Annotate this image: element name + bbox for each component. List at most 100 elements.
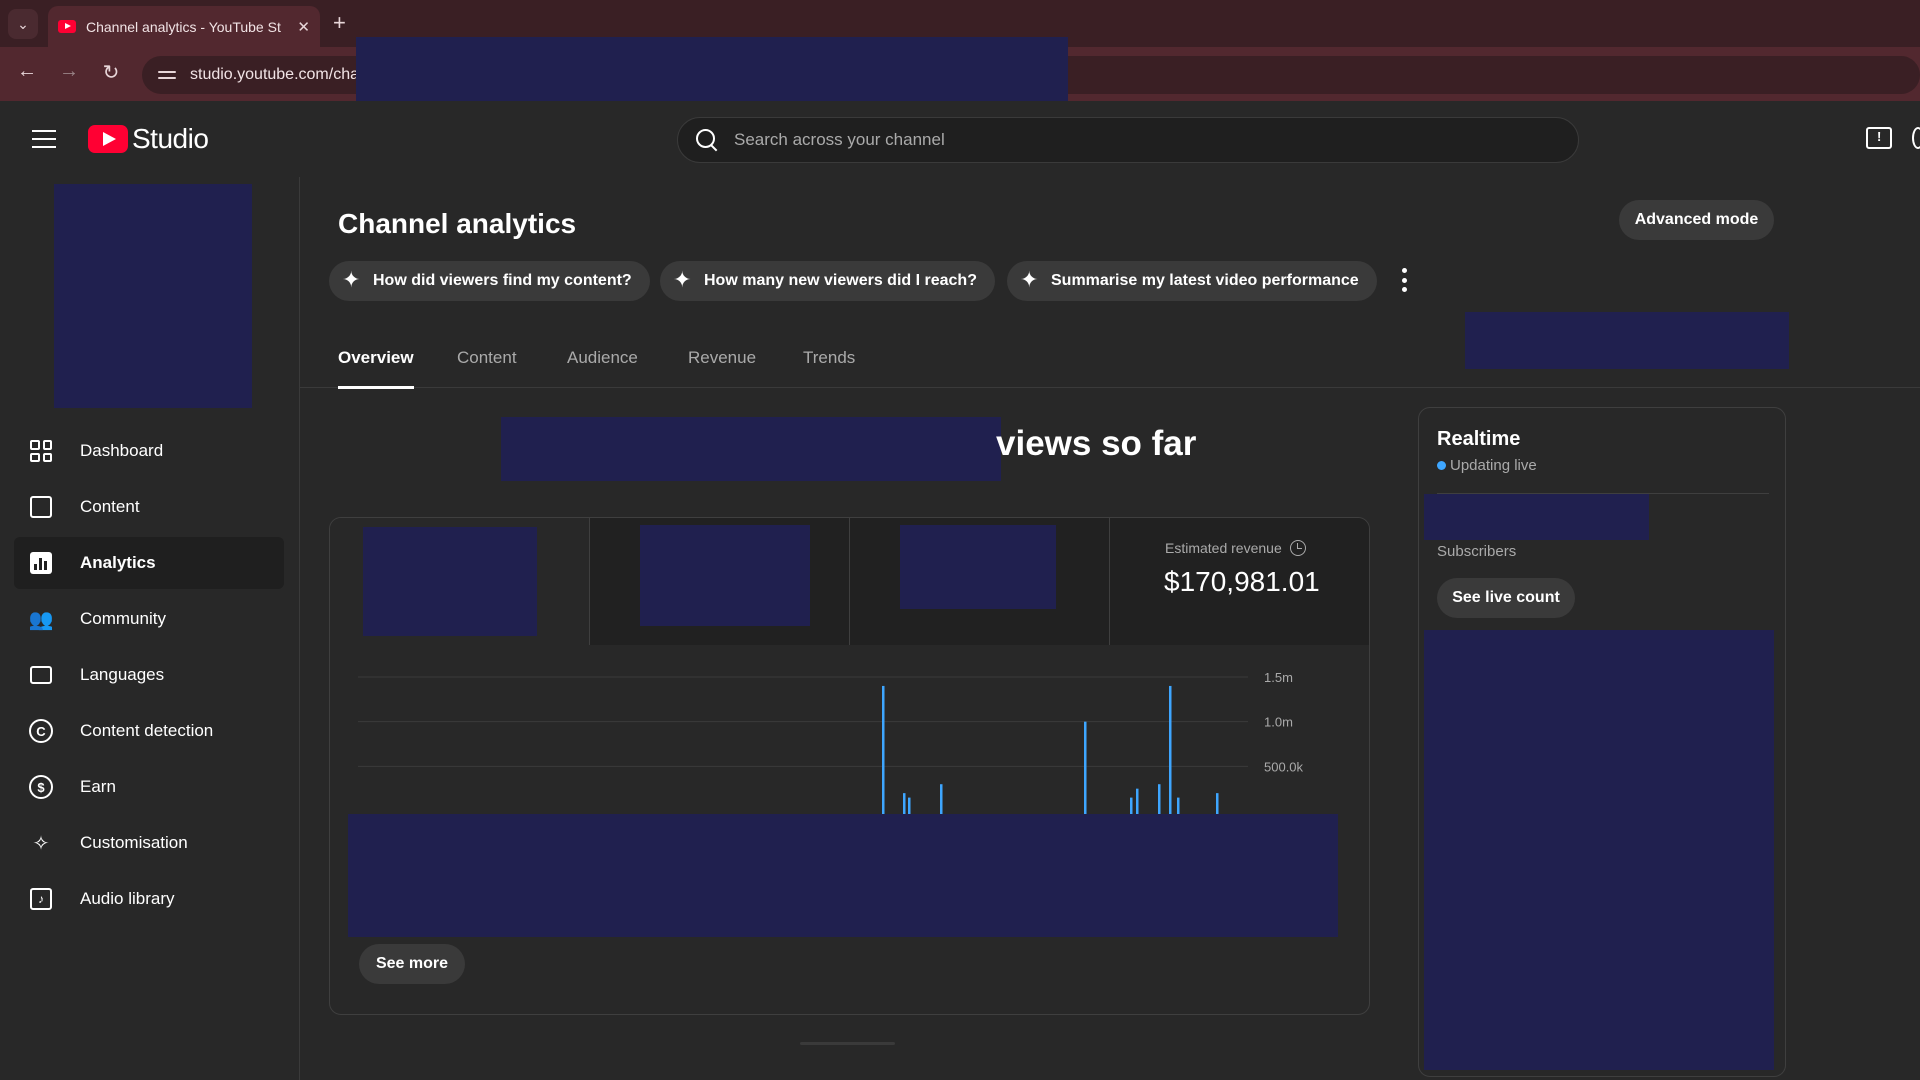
- views-chart: 1.5m 1.0m 500.0k: [358, 670, 1304, 815]
- realtime-status: Updating live: [1437, 457, 1537, 474]
- redacted-block: [363, 527, 537, 636]
- metric-card-1[interactable]: [330, 518, 590, 645]
- y-tick-label: 1.0m: [1264, 715, 1293, 730]
- chart-bar: [1130, 797, 1133, 815]
- chip-label: How many new viewers did I reach?: [704, 272, 977, 289]
- studio-header: Studio Search across your channel: [0, 101, 1920, 177]
- dollar-icon: $: [28, 774, 54, 800]
- scroll-indicator: [800, 1042, 895, 1045]
- suggestion-chip[interactable]: Summarise my latest video performance: [1007, 261, 1377, 301]
- headline-views: views so far: [996, 424, 1197, 463]
- realtime-card: Realtime Updating live Subscribers See l…: [1418, 407, 1786, 1077]
- logo-text: Studio: [132, 123, 209, 154]
- realtime-status-text: Updating live: [1450, 457, 1537, 474]
- languages-icon: [28, 662, 54, 688]
- sidebar-item-label: Content detection: [80, 721, 214, 740]
- chip-label: Summarise my latest video performance: [1051, 272, 1359, 289]
- sidebar-item-dashboard[interactable]: Dashboard: [14, 425, 284, 477]
- tab-content[interactable]: Content: [457, 348, 517, 368]
- chart-bar: [1169, 685, 1172, 815]
- sidebar-item-label: Content: [80, 497, 140, 516]
- analytics-icon: [28, 550, 54, 576]
- sidebar-item-analytics[interactable]: Analytics: [14, 537, 284, 589]
- magic-wand-icon: ✧: [32, 832, 50, 855]
- subscribers-label: Subscribers: [1437, 543, 1517, 560]
- sidebar-item-customisation[interactable]: ✧ Customisation: [14, 817, 284, 869]
- sidebar-item-content[interactable]: Content: [14, 481, 284, 533]
- metric-card-3[interactable]: [850, 518, 1110, 645]
- feedback-icon[interactable]: [1866, 127, 1892, 149]
- sparkle-icon: [673, 267, 692, 293]
- tab-trends[interactable]: Trends: [803, 348, 855, 368]
- search-placeholder: Search across your channel: [734, 130, 945, 149]
- sidebar-item-label: Audio library: [80, 889, 175, 908]
- metric-card-2[interactable]: [590, 518, 850, 645]
- sidebar-item-label: Dashboard: [80, 441, 164, 460]
- chart-bar: [1084, 721, 1087, 815]
- new-tab-button[interactable]: +: [333, 10, 346, 36]
- copyright-icon: C: [28, 718, 54, 744]
- redacted-block: [900, 525, 1056, 609]
- live-dot-icon: [1437, 461, 1446, 470]
- tab-revenue[interactable]: Revenue: [688, 348, 756, 368]
- url-text: studio.youtube.com/cha: [190, 66, 359, 83]
- chart-bar: [908, 797, 911, 815]
- sparkle-icon: [1020, 267, 1039, 293]
- sidebar-item-community[interactable]: 👥 Community: [14, 593, 284, 645]
- tab-overview[interactable]: Overview: [338, 348, 414, 389]
- chart-bar: [1216, 793, 1219, 815]
- chart-bar: [1158, 784, 1161, 815]
- sidebar-item-languages[interactable]: Languages: [14, 649, 284, 701]
- search-input[interactable]: Search across your channel: [677, 117, 1579, 163]
- metric-row: Estimated revenue $170,981.01: [330, 518, 1369, 645]
- audio-library-icon: ♪: [28, 886, 54, 912]
- sidebar-item-earn[interactable]: $ Earn: [14, 761, 284, 813]
- tab-title: Channel analytics - YouTube St: [86, 18, 281, 35]
- site-settings-icon[interactable]: [158, 68, 176, 82]
- see-more-button[interactable]: See more: [359, 944, 465, 984]
- overview-card: Estimated revenue $170,981.01 1.5m 1.0m 50…: [329, 517, 1370, 1015]
- back-button[interactable]: ←: [13, 60, 41, 83]
- advanced-mode-button[interactable]: Advanced mode: [1619, 200, 1774, 240]
- help-icon[interactable]: [1912, 127, 1920, 149]
- menu-icon[interactable]: [32, 130, 56, 148]
- headline-redacted: [501, 417, 1001, 481]
- subscriber-count-redacted: [1424, 494, 1649, 540]
- channel-avatar-redacted: [54, 184, 252, 408]
- tab-search-button[interactable]: ⌄: [8, 9, 38, 39]
- sidebar-item-label: Customisation: [80, 833, 188, 852]
- youtube-favicon-icon: [58, 20, 76, 33]
- sidebar-item-label: Languages: [80, 665, 165, 684]
- chart-bar: [1136, 788, 1139, 815]
- clock-icon: [1289, 540, 1306, 556]
- y-tick-label: 1.5m: [1264, 670, 1293, 685]
- sidebar-item-label: Analytics: [80, 553, 156, 572]
- browser-tab[interactable]: Channel analytics - YouTube St ✕: [48, 6, 320, 47]
- sidebar-item-label: Earn: [80, 777, 116, 796]
- analytics-tabs: Overview Content Audience Revenue Trends: [300, 338, 1920, 389]
- suggestion-chip[interactable]: How did viewers find my content?: [329, 261, 650, 301]
- sidebar-item-content-detection[interactable]: C Content detection: [14, 705, 284, 757]
- forward-button[interactable]: →: [55, 60, 83, 83]
- tab-audience[interactable]: Audience: [567, 348, 638, 368]
- metric-card-revenue[interactable]: Estimated revenue $170,981.01: [1110, 518, 1369, 645]
- see-live-count-button[interactable]: See live count: [1437, 578, 1575, 618]
- close-tab-icon[interactable]: ✕: [297, 18, 310, 36]
- y-tick-label: 500.0k: [1264, 759, 1304, 774]
- content-icon: [28, 494, 54, 520]
- reload-button[interactable]: ↻: [97, 60, 125, 85]
- sidebar: Dashboard Content Analytics 👥 Community …: [0, 177, 300, 1080]
- revenue-label: Estimated revenue: [1165, 540, 1306, 556]
- redacted-block: [356, 37, 1068, 106]
- chart-bar: [882, 685, 885, 815]
- sidebar-item-label: Community: [80, 609, 166, 628]
- redacted-block: [640, 525, 810, 626]
- revenue-value: $170,981.01: [1164, 566, 1320, 597]
- chip-label: How did viewers find my content?: [373, 272, 632, 289]
- suggestion-chip[interactable]: How many new viewers did I reach?: [660, 261, 995, 301]
- chart-bar: [903, 793, 906, 815]
- more-options-icon[interactable]: [1401, 268, 1407, 292]
- youtube-logo-icon: [88, 125, 128, 153]
- sidebar-item-audio-library[interactable]: ♪ Audio library: [14, 873, 284, 925]
- studio-logo[interactable]: Studio: [88, 123, 209, 155]
